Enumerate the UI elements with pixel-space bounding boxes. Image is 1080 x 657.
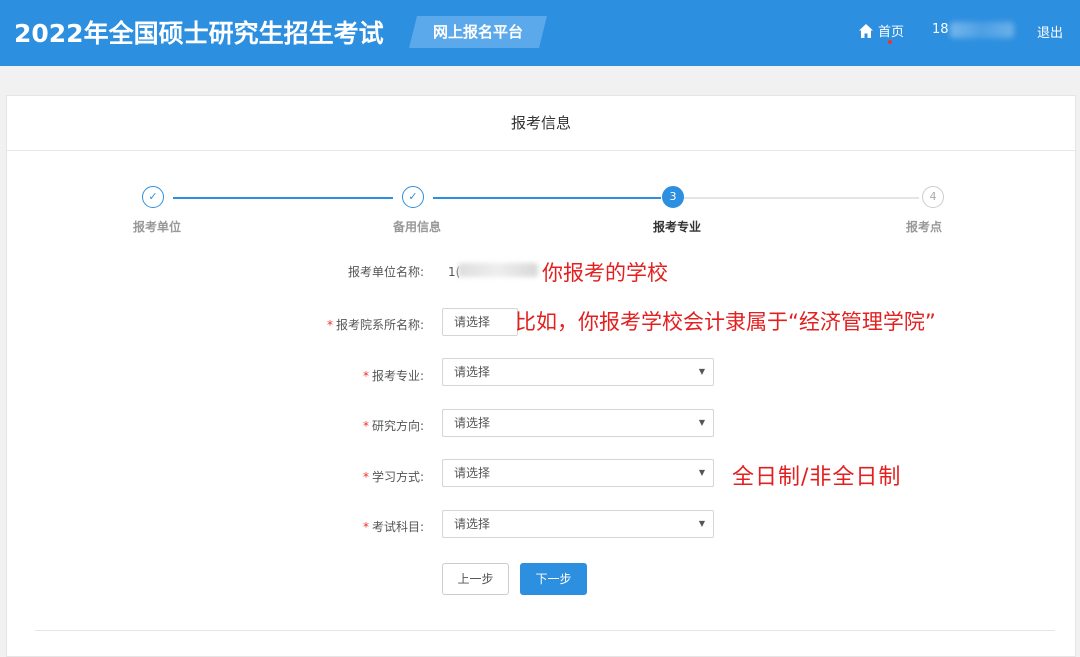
info-panel: 报考信息 ✓ ✓ 3 4 报考单位 备用信息 报考专业 报考点 报考单位名称: … [6, 95, 1076, 657]
major-placeholder: 请选择 [454, 365, 491, 379]
required-mark: * [362, 369, 369, 383]
study-mode-placeholder: 请选择 [454, 466, 491, 480]
step-connector-3 [683, 197, 919, 199]
direction-label: * 研究方向: [124, 417, 424, 434]
direction-placeholder: 请选择 [454, 416, 491, 430]
exam-subjects-placeholder: 请选择 [454, 517, 491, 531]
chevron-down-icon: ▼ [698, 367, 705, 376]
nav-user-id[interactable]: 18 [932, 22, 949, 37]
unit-label: 报考单位名称: [347, 265, 424, 279]
step-2-check-icon: ✓ [402, 186, 424, 208]
department-placeholder: 请选择 [454, 315, 491, 329]
logout-link[interactable]: 退出 [1037, 22, 1063, 41]
required-mark: * [362, 419, 369, 433]
next-step-button[interactable]: 下一步 [520, 563, 587, 595]
step-1-label: 报考单位 [132, 220, 182, 234]
step-connector-2 [433, 197, 661, 199]
step-3-label: 报考专业 [652, 220, 702, 234]
annotation-school: 你报考的学校 [542, 261, 668, 285]
exam-subjects-label-text: 考试科目: [371, 520, 424, 534]
required-mark: * [362, 520, 369, 534]
study-mode-label-text: 学习方式: [371, 470, 424, 484]
required-mark: * [362, 470, 369, 484]
required-mark: * [326, 318, 333, 332]
major-select[interactable]: 请选择 ▼ [442, 358, 714, 386]
study-mode-select[interactable]: 请选择 ▼ [442, 459, 714, 487]
platform-badge: 网上报名平台 [409, 16, 547, 48]
step-4-label: 报考点 [905, 220, 943, 234]
exam-subjects-select[interactable]: 请选择 ▼ [442, 510, 714, 538]
home-icon [859, 23, 873, 38]
nav-home-label: 首页 [878, 25, 905, 40]
exam-subjects-label: * 考试科目: [124, 518, 424, 535]
unit-value-blurred [458, 263, 538, 277]
panel-title: 报考信息 [7, 96, 1075, 151]
user-id-blurred [950, 22, 1014, 38]
step-3-number: 3 [662, 186, 684, 208]
chevron-down-icon: ▼ [698, 418, 705, 427]
annotation-study-mode: 全日制/非全日制 [732, 465, 902, 490]
top-header: 2022年全国硕士研究生招生考试 网上报名平台 首页 18 退出 [0, 0, 1080, 66]
department-label: * 报考院系所名称: [124, 316, 424, 333]
nav-home-link[interactable]: 首页 [858, 21, 904, 40]
site-title: 2022年全国硕士研究生招生考试 [14, 19, 384, 48]
step-connector-1 [173, 197, 393, 199]
bottom-divider [35, 630, 1055, 631]
major-label-text: 报考专业: [371, 369, 424, 383]
direction-label-text: 研究方向: [371, 419, 424, 433]
step-2-label: 备用信息 [392, 220, 442, 234]
department-label-text: 报考院系所名称: [335, 318, 424, 332]
study-mode-label: * 学习方式: [124, 468, 424, 485]
prev-step-button[interactable]: 上一步 [442, 563, 509, 595]
annotation-department: 比如，你报考学校会计隶属于“经济管理学院” [515, 310, 936, 334]
major-label: * 报考专业: [124, 367, 424, 384]
direction-select[interactable]: 请选择 ▼ [442, 409, 714, 437]
step-4-number: 4 [922, 186, 944, 208]
chevron-down-icon: ▼ [698, 519, 705, 528]
chevron-down-icon: ▼ [698, 468, 705, 477]
department-select[interactable]: 请选择 [442, 308, 518, 336]
step-1-check-icon: ✓ [142, 186, 164, 208]
home-active-dot [888, 40, 892, 44]
